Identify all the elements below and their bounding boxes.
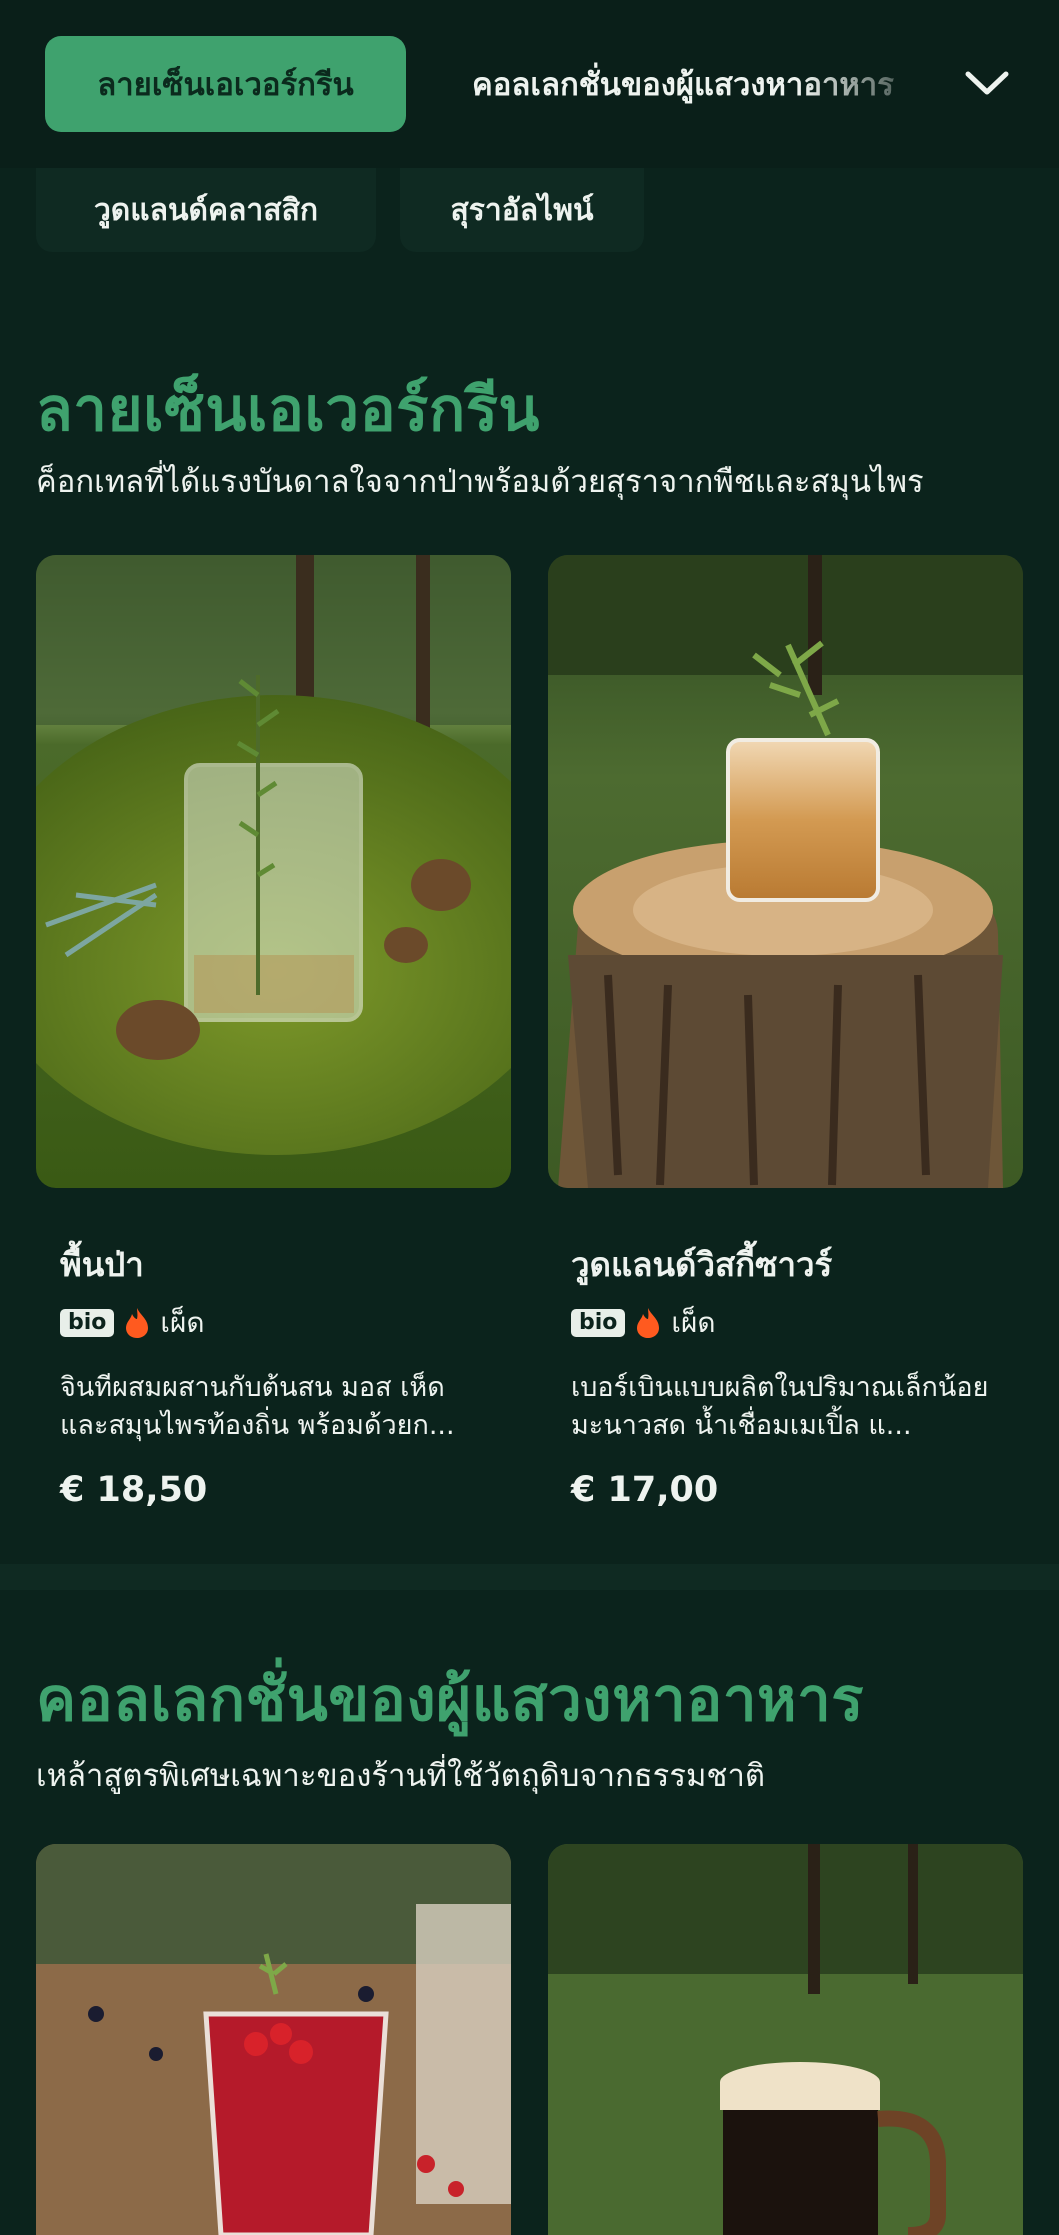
section-subtitle: เหล้าสูตรพิเศษเฉพาะของร้านที่ใช้วัตถุดิบ… — [36, 1758, 765, 1794]
flame-icon — [635, 1307, 661, 1339]
drink-price: € 18,50 — [60, 1470, 208, 1510]
drink-photo-woodland-whisky-sour[interactable] — [548, 555, 1023, 1188]
bio-badge: bio — [60, 1309, 115, 1337]
drink-description: เบอร์เบินแบบผลิตในปริมาณเล็กน้อย มะนาวสด… — [571, 1372, 989, 1441]
bio-badge: bio — [571, 1309, 626, 1337]
category-chip-alpine[interactable]: สุราอัลไพน์ — [400, 168, 644, 252]
category-bar: ลายเซ็นเอเวอร์กรีน คอลเลกชั่นของผู้แสวงห… — [0, 0, 1059, 168]
category-chip-evergreen[interactable]: ลายเซ็นเอเวอร์กรีน — [45, 36, 406, 132]
section-title: ลายเซ็นเอเวอร์กรีน — [36, 375, 540, 445]
category-chip-woodland[interactable]: วูดแลนด์คลาสสิก — [36, 168, 376, 252]
drink-tags: bio เผ็ด — [571, 1301, 716, 1345]
category-chip-forager[interactable]: คอลเลกชั่นของผู้แสวงหาอาหาร — [472, 36, 942, 132]
drink-name[interactable]: พื้นป่า — [60, 1238, 144, 1291]
drink-photo-berry[interactable] — [36, 1844, 511, 2235]
drink-photo-dark-beer[interactable] — [548, 1844, 1023, 2235]
flame-icon — [124, 1307, 150, 1339]
drink-price: € 17,00 — [571, 1470, 719, 1510]
section-subtitle: ค็อกเทลที่ได้แรงบันดาลใจจากป่าพร้อมด้วยส… — [36, 464, 924, 500]
drink-description: จินทีผสมผสานกับต้นสน มอส เห็ด และสมุนไพร… — [60, 1372, 455, 1441]
section-title: คอลเลกชั่นของผู้แสวงหาอาหาร — [36, 1665, 865, 1735]
chevron-down-icon[interactable] — [962, 62, 1012, 106]
drink-photo-forest-floor[interactable] — [36, 555, 511, 1188]
drink-name[interactable]: วูดแลนด์วิสกี้ซาวร์ — [571, 1238, 832, 1291]
section-divider — [0, 1564, 1059, 1590]
spicy-label: เผ็ด — [160, 1306, 205, 1339]
spicy-label: เผ็ด — [671, 1306, 716, 1339]
drink-tags: bio เผ็ด — [60, 1301, 205, 1345]
